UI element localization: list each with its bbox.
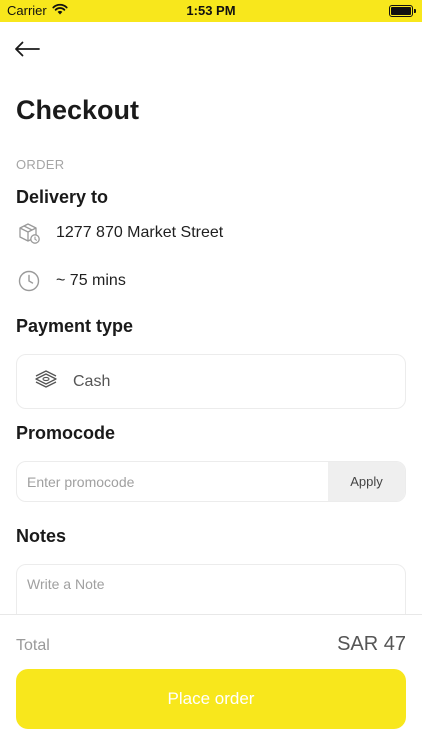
total-value: SAR 47: [337, 633, 406, 655]
delivery-eta: ~ 75 mins: [56, 272, 126, 289]
notes-heading: Notes: [16, 526, 67, 546]
delivery-address-row: 1277 870 Market Street: [16, 220, 223, 246]
arrow-left-icon: [14, 41, 40, 62]
checkout-summary-panel: Total SAR 47 Place order: [0, 614, 422, 750]
back-button[interactable]: [14, 38, 44, 64]
status-time: 1:53 PM: [186, 3, 236, 18]
payment-method-card[interactable]: Cash: [16, 354, 406, 409]
section-label-order: ORDER: [16, 157, 65, 172]
delivery-address: 1277 870 Market Street: [56, 224, 224, 241]
delivery-heading: Delivery to: [16, 187, 109, 207]
status-bar: Carrier 1:53 PM: [0, 0, 422, 22]
delivery-box-icon: [16, 220, 42, 246]
apply-promocode-button[interactable]: Apply: [328, 462, 405, 501]
promocode-field-group: Apply: [16, 461, 406, 502]
payment-heading: Payment type: [16, 316, 134, 336]
place-order-button[interactable]: Place order: [16, 669, 406, 729]
clock-icon: [16, 268, 42, 294]
battery-icon: [389, 5, 416, 17]
delivery-eta-row: ~ 75 mins: [16, 268, 126, 294]
page-title: Checkout: [16, 95, 140, 125]
promocode-input[interactable]: [17, 462, 328, 501]
cash-icon: [33, 369, 59, 394]
promocode-heading: Promocode: [16, 423, 116, 443]
total-label: Total: [16, 637, 50, 654]
payment-method-label: Cash: [73, 372, 111, 390]
